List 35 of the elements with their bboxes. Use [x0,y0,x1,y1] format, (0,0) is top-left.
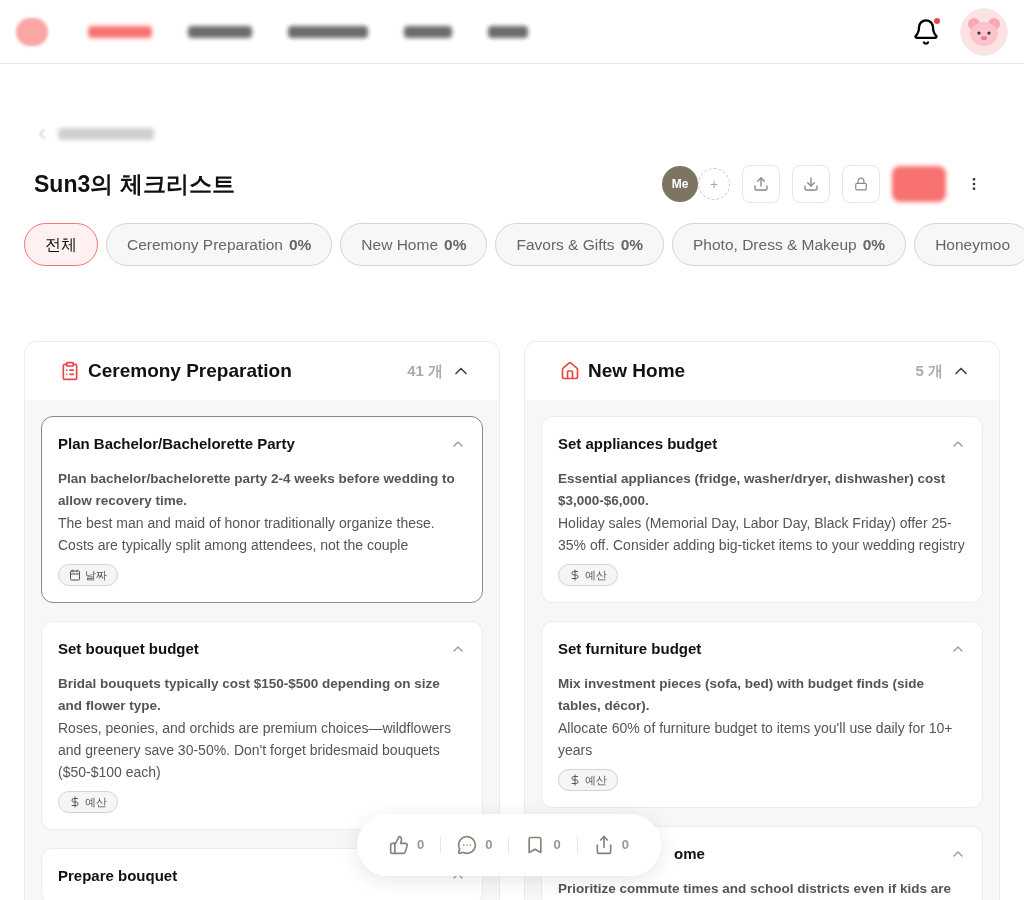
category-tab[interactable]: Photo, Dress & Makeup 0% [672,223,907,266]
tag-chip[interactable]: 예산 [558,563,618,586]
task-detail: Allocate 60% of furniture budget to items you'll use daily for 10+ years [558,718,954,760]
category-tab[interactable]: New Home 0% [340,223,488,266]
reaction-button[interactable]: 0 [577,835,645,855]
item-count: 5 개 [915,360,943,381]
task-title: Set appliances budget [558,434,718,454]
task-detail: Holiday sales (Memorial Day, Labor Day, Black Friday) offer 25-35% off. Consider adding big-ticket items to your wedding registry [558,513,966,555]
task-summary: Plan bachelor/bachelorette party 2-4 weeks before wedding to allow recovery time. [58,469,456,510]
tag-chip[interactable]: 예산 [58,790,118,813]
task-summary: Prioritize commute times and school districts even if kids are [558,879,953,898]
task-title: ome [674,844,705,864]
tag-chip[interactable]: 날짜 [58,563,118,586]
category-tab[interactable]: 전체 [24,223,98,266]
task-summary: Mix investment pieces (sofa, bed) with budget finds (side tables, décor). [558,674,926,715]
task-summary: Essential appliances (fridge, washer/dryer, dishwasher) cost $3,000-$6,000. [558,469,947,510]
task-title: Set furniture budget [558,639,702,659]
task-summary: Bridal bouquets typically cost $150-$500 depending on size and flower type. [58,674,441,715]
reaction-button[interactable]: 0 [441,835,509,855]
task-title: Set bouquet budget [58,639,199,659]
member-avatar[interactable]: Me [662,166,698,202]
task-title: Plan Bachelor/Bachelorette Party [58,434,295,454]
task-card[interactable]: Set furniture budget Mix investment pieces (sofa, bed) with budget finds (side tables, décor). Allocate 60% of furniture budget to items you'll use daily for 10+ years 예산 [541,621,983,808]
column-title: Ceremony Preparation [88,358,292,383]
column-title: New Home [588,358,686,383]
page-title: Sun3의 체크리스트 [34,169,235,199]
task-detail: Roses, peonies, and orchids are premium choices—wildflowers and greenery save 30-50%. Don't forget bridesmaid bouquets ($50-$100 each) [58,718,452,782]
task-detail: The best man and maid of honor traditionally organize these. Costs are typically split among attendees, not the couple [58,513,436,555]
category-tab[interactable]: Ceremony Preparation 0% [106,223,333,266]
tag-chip[interactable]: 예산 [558,768,618,791]
category-tab[interactable]: Favors & Gifts 0% [495,223,665,266]
reaction-button[interactable]: 0 [509,835,577,855]
task-title: Prepare bouquet [58,866,178,886]
category-tab[interactable]: Honeymoo [914,223,1024,266]
item-count: 41 개 [407,360,443,381]
